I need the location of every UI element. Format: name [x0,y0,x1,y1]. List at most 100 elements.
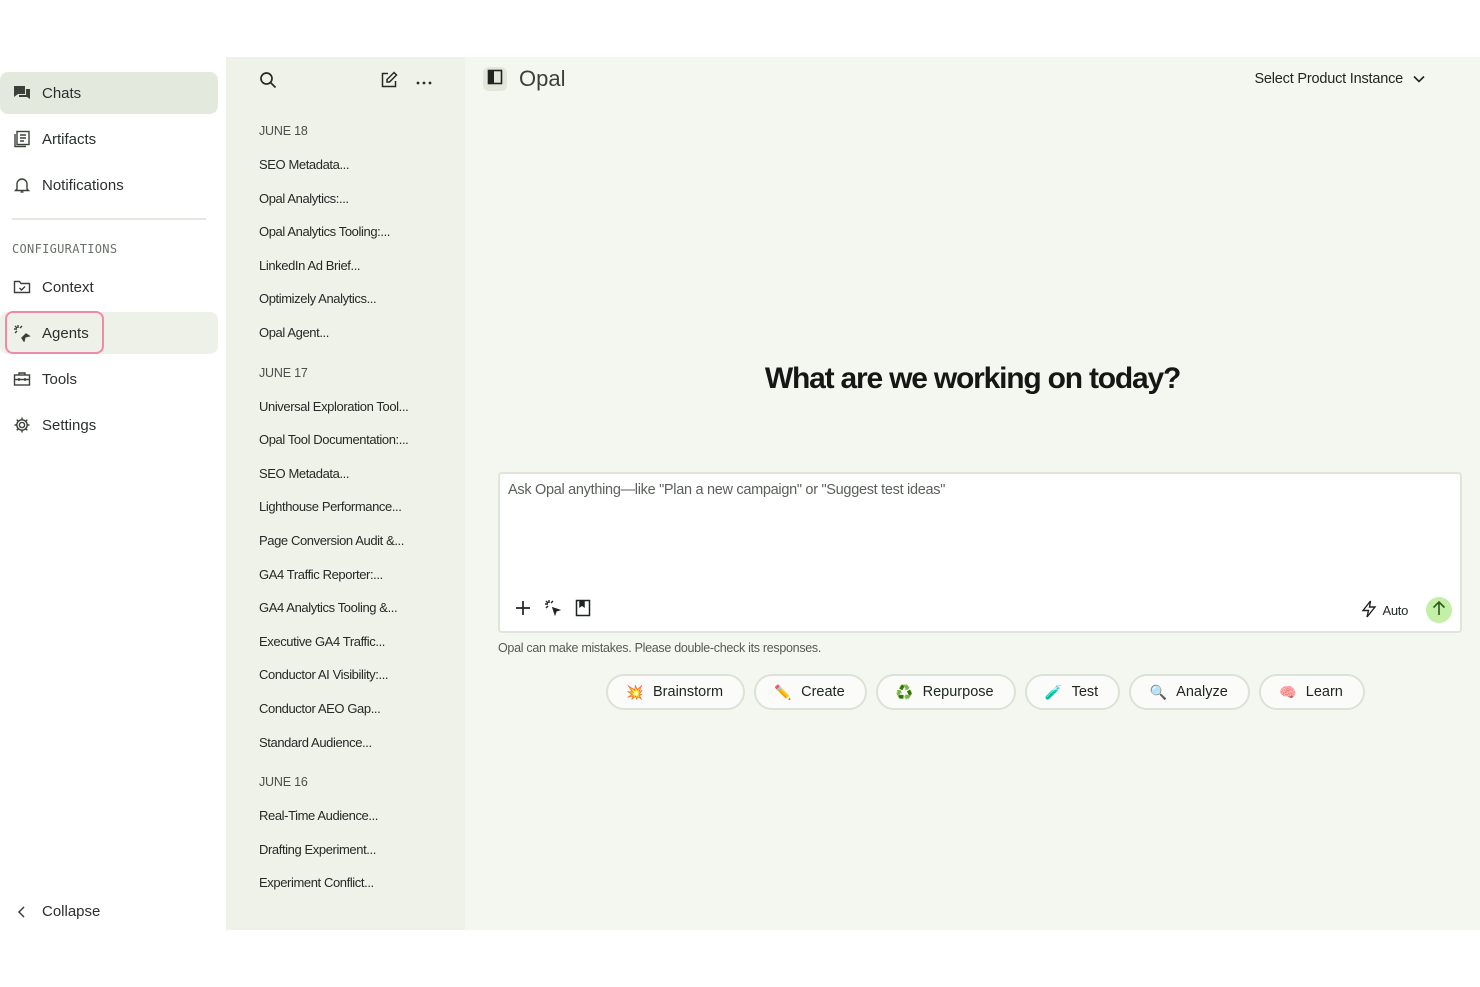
chip-label: Repurpose [922,684,994,700]
mode-label: Auto [1382,602,1408,618]
chip-brainstorm[interactable]: 💥 Brainstorm [606,674,746,710]
attach-button[interactable] [512,599,534,621]
agents-sparkle-icon [12,323,32,343]
history-item[interactable]: LinkedIn Ad Brief... [259,256,459,290]
product-instance-select[interactable]: Select Product Instance [1254,71,1425,87]
nav-item-context[interactable]: Context [0,266,218,308]
artifacts-icon [12,129,32,149]
main-header: Opal [483,66,565,92]
history-group: JUNE 18 SEO Metadata... Opal Analytics:.… [259,121,459,357]
history-item[interactable]: Experiment Conflict... [259,873,459,907]
chip-label: Brainstorm [653,684,724,700]
new-chat-button[interactable] [378,70,400,94]
app-window: Chats Artifacts Notifications CONFIGURAT… [0,57,1480,930]
chip-label: Create [801,684,845,700]
chip-label: Test [1071,684,1099,700]
prompt-composer: Auto [498,472,1462,633]
nav-divider [12,218,206,220]
history-item[interactable]: GA4 Traffic Reporter:... [259,565,459,599]
arrow-up-icon [1432,600,1446,621]
history-toolbar [226,70,465,94]
nav-item-label: Notifications [42,176,124,194]
history-date-label: JUNE 17 [259,365,308,380]
more-options-button[interactable] [413,71,435,93]
chip-create[interactable]: ✏️ Create [754,674,867,710]
nav-item-chats[interactable]: Chats [0,72,218,114]
nav-item-label: Tools [42,370,78,388]
folder-icon [12,277,32,297]
history-item[interactable]: GA4 Analytics Tooling &... [259,598,459,632]
gear-icon [12,415,32,435]
history-item[interactable]: Opal Analytics Tooling:... [259,222,459,256]
history-item[interactable]: Opal Tool Documentation:... [259,430,459,464]
history-item[interactable]: Standard Audience... [259,733,459,767]
prompt-input[interactable] [508,482,1448,582]
magnifier-icon: 🔍 [1149,683,1167,700]
bell-icon [12,175,32,195]
chip-label: Analyze [1176,684,1228,700]
history-date-label: JUNE 18 [259,124,308,138]
chat-icon [12,83,32,103]
nav-item-agents[interactable]: Agents [0,312,218,354]
chip-repurpose[interactable]: ♻️ Repurpose [875,674,1016,710]
test-tube-icon: 🧪 [1044,683,1063,700]
history-item[interactable]: Conductor AI Visibility:... [259,665,459,699]
chat-history-panel: JUNE 18 SEO Metadata... Opal Analytics:.… [226,57,465,930]
nav-item-artifacts[interactable]: Artifacts [0,118,218,160]
history-item[interactable]: Real-Time Audience... [259,806,459,840]
pencil-icon: ✏️ [774,683,792,700]
chip-analyze[interactable]: 🔍 Analyze [1129,674,1250,710]
collapse-label: Collapse [42,903,101,920]
history-item[interactable]: Opal Analytics:... [259,189,459,223]
bookmark-page-icon [575,599,591,622]
nav-item-tools[interactable]: Tools [0,358,218,400]
search-icon [259,71,277,94]
search-button[interactable] [257,71,279,93]
history-item[interactable]: Page Conversion Audit &... [259,531,459,565]
main-area: Opal Select Product Instance What are we… [465,57,1480,930]
nav-item-label: Context [42,278,94,296]
agents-sparkle-icon [544,599,562,622]
send-button[interactable] [1426,597,1452,623]
history-item[interactable]: Optimizely Analytics... [259,289,459,323]
nav-item-label: Chats [42,84,82,102]
sidebar-toggle-button[interactable] [483,67,507,91]
agents-button[interactable] [542,599,564,621]
nav-item-label: Artifacts [42,130,97,148]
recycle-icon: ♻️ [895,683,914,700]
nav-item-settings[interactable]: Settings [0,404,218,446]
nav-item-label: Settings [42,416,97,434]
hero-heading: What are we working on today? [764,362,1181,395]
panel-toggle-icon [487,69,503,90]
collapse-button[interactable]: Collapse [12,903,100,920]
nav-item-notifications[interactable]: Notifications [0,164,218,206]
history-item[interactable]: SEO Metadata... [259,464,459,498]
history-list: JUNE 18 SEO Metadata... Opal Analytics:.… [259,121,459,913]
history-date-label: JUNE 16 [259,775,308,790]
history-group: JUNE 16 Real-Time Audience... Drafting E… [259,772,459,907]
history-item[interactable]: Opal Agent... [259,323,459,357]
chip-learn[interactable]: 🧠 Learn [1258,674,1365,710]
configurations-heading: CONFIGURATIONS [12,242,118,256]
history-item[interactable]: Executive GA4 Traffic... [259,632,459,666]
composer-actions: Auto [1361,597,1452,623]
primary-nav: Chats Artifacts Notifications CONFIGURAT… [0,57,226,930]
chip-test[interactable]: 🧪 Test [1024,674,1121,710]
history-item[interactable]: Universal Exploration Tool... [259,397,459,431]
history-item[interactable]: Drafting Experiment... [259,840,459,874]
chevron-left-icon [12,905,32,918]
suggestion-chips: 💥 Brainstorm ✏️ Create ♻️ Repurpose 🧪 Te… [606,674,1374,710]
ellipsis-icon [415,73,433,91]
history-item[interactable]: Conductor AEO Gap... [259,699,459,733]
history-item[interactable]: Lighthouse Performance... [259,497,459,531]
history-item[interactable]: SEO Metadata... [259,155,459,189]
composer-tools [512,599,602,621]
sparkle-burst-icon: 💥 [626,683,644,700]
mode-select[interactable]: Auto [1361,600,1408,621]
chip-label: Learn [1305,684,1343,700]
nav-item-label: Agents [42,324,89,342]
instructions-button[interactable] [572,599,594,621]
compose-icon [380,70,398,94]
page-title: Opal [519,66,566,91]
chevron-down-icon [1403,71,1425,87]
